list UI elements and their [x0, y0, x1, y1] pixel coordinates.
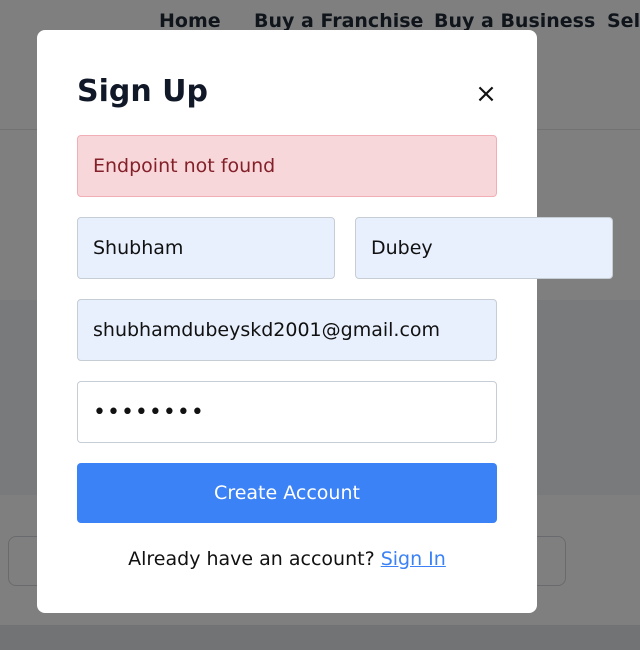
create-account-button[interactable]: Create Account [77, 463, 497, 523]
error-alert-text: Endpoint not found [93, 155, 276, 177]
email-field[interactable] [77, 299, 497, 361]
error-alert: Endpoint not found [77, 135, 497, 197]
signin-prompt-text: Already have an account? [128, 548, 381, 570]
signin-link[interactable]: Sign In [381, 548, 446, 570]
last-name-field[interactable] [355, 217, 613, 279]
signup-modal: Sign Up × Endpoint not found Create Acco… [37, 30, 613, 613]
close-icon[interactable]: × [475, 81, 497, 107]
password-field[interactable] [77, 381, 497, 443]
modal-title: Sign Up [77, 74, 209, 109]
first-name-field[interactable] [77, 217, 335, 279]
signin-prompt: Already have an account? Sign In [37, 548, 537, 570]
